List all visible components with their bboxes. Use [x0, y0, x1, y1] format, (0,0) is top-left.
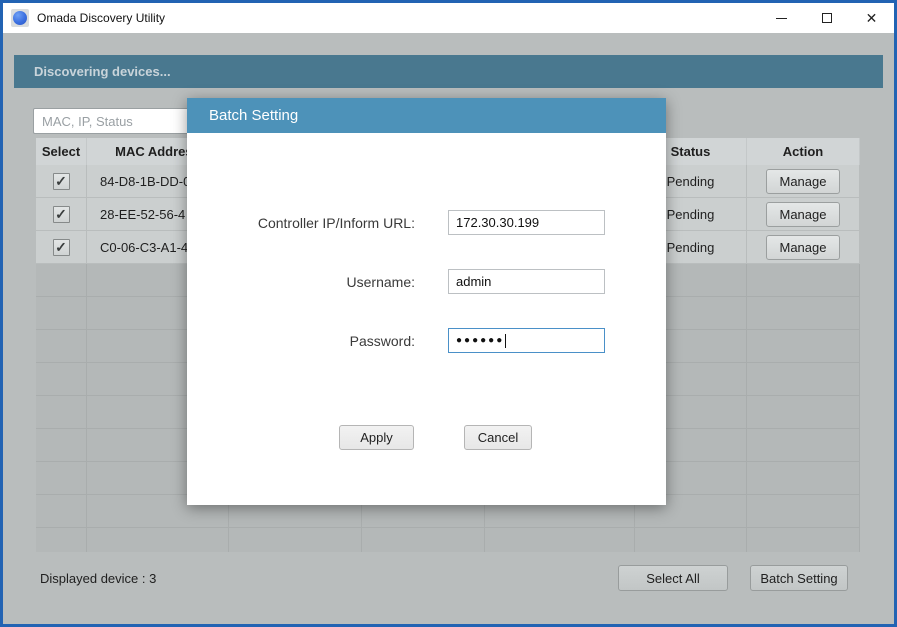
app-window: Omada Discovery Utility ✕ Discovering de… [0, 0, 897, 627]
status-header-text: Discovering devices... [34, 64, 171, 79]
minimize-icon [776, 18, 787, 19]
action-cell: Manage [747, 231, 860, 264]
controller-url-input[interactable] [448, 210, 605, 235]
password-input[interactable]: ●●●●●● [448, 328, 605, 353]
maximize-button[interactable] [804, 3, 849, 33]
title-bar: Omada Discovery Utility ✕ [3, 3, 894, 33]
maximize-icon [822, 13, 832, 23]
status-header-bar: Discovering devices... [14, 55, 883, 88]
window-controls: ✕ [759, 3, 894, 33]
close-icon: ✕ [866, 11, 878, 25]
cancel-button[interactable]: Cancel [464, 425, 532, 450]
check-icon: ✓ [55, 239, 67, 256]
batch-setting-button[interactable]: Batch Setting [750, 565, 848, 591]
action-cell: Manage [747, 198, 860, 231]
window-title: Omada Discovery Utility [37, 11, 165, 25]
select-cell: ✓ [36, 165, 87, 198]
batch-setting-dialog: Batch Setting Controller IP/Inform URL: … [187, 98, 666, 505]
dialog-title-bar: Batch Setting [187, 98, 666, 133]
app-icon [11, 9, 29, 27]
row-select-checkbox[interactable]: ✓ [53, 173, 70, 190]
column-header-select: Select [36, 138, 87, 165]
select-all-button[interactable]: Select All [618, 565, 728, 591]
select-cell: ✓ [36, 231, 87, 264]
action-cell: Manage [747, 165, 860, 198]
row-select-checkbox[interactable]: ✓ [53, 239, 70, 256]
empty-table-row [36, 528, 860, 552]
username-input[interactable] [448, 269, 605, 294]
close-button[interactable]: ✕ [849, 3, 894, 33]
dialog-title: Batch Setting [209, 107, 298, 124]
controller-url-label: Controller IP/Inform URL: [187, 215, 415, 231]
select-cell: ✓ [36, 198, 87, 231]
text-caret [505, 334, 506, 348]
password-label: Password: [187, 333, 415, 349]
manage-button[interactable]: Manage [766, 169, 840, 194]
manage-button[interactable]: Manage [766, 202, 840, 227]
username-label: Username: [187, 274, 415, 290]
check-icon: ✓ [55, 173, 67, 190]
displayed-device-count: Displayed device : 3 [40, 571, 156, 586]
minimize-button[interactable] [759, 3, 804, 33]
password-masked-value: ●●●●●● [456, 335, 504, 346]
row-select-checkbox[interactable]: ✓ [53, 206, 70, 223]
manage-button[interactable]: Manage [766, 235, 840, 260]
apply-button[interactable]: Apply [339, 425, 414, 450]
check-icon: ✓ [55, 206, 67, 223]
column-header-action: Action [747, 138, 860, 165]
